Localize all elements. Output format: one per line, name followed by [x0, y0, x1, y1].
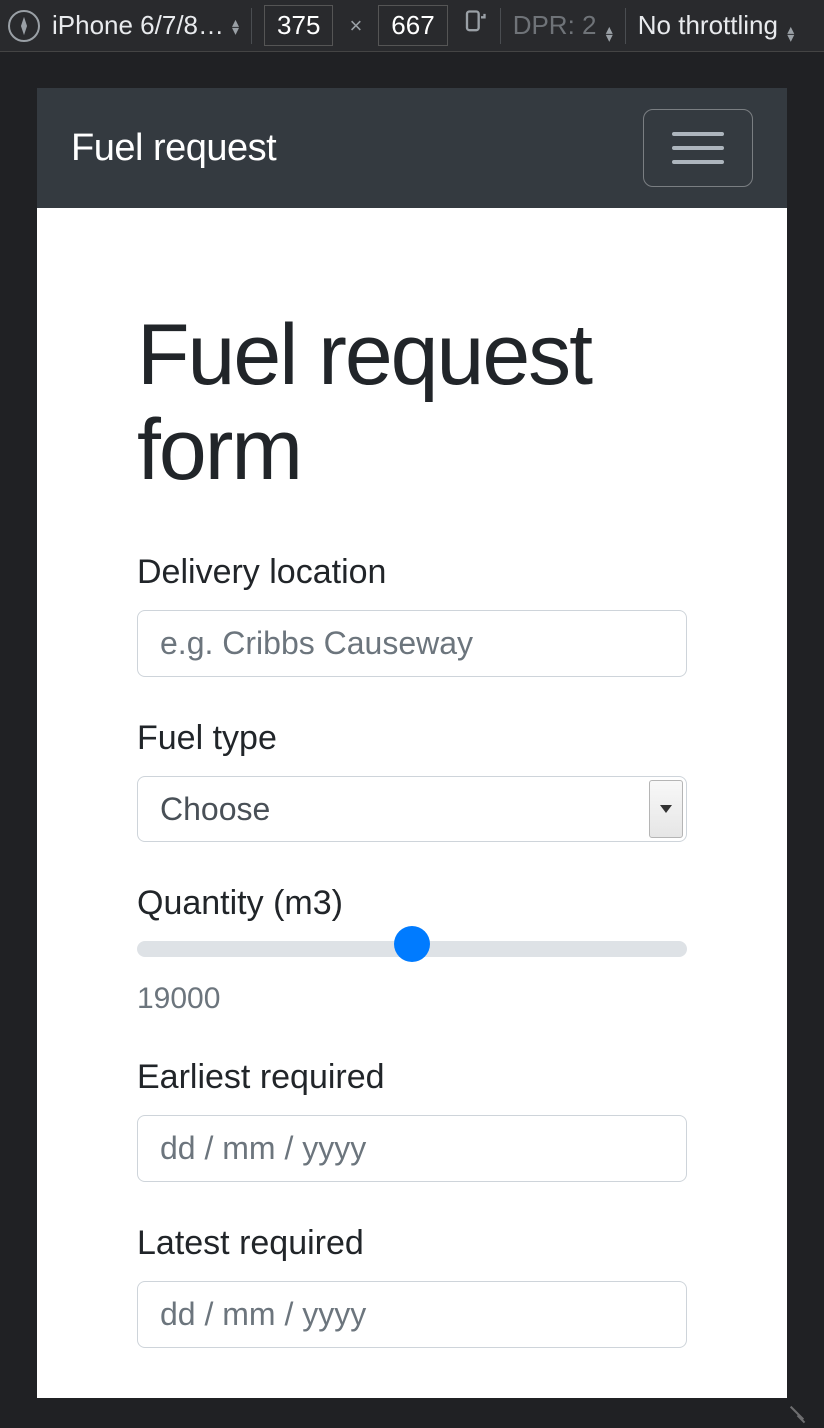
separator — [500, 8, 501, 44]
delivery-location-input[interactable] — [137, 610, 687, 677]
separator — [625, 8, 626, 44]
field-fuel-type: Fuel type Choose — [137, 719, 687, 842]
field-delivery-location: Delivery location — [137, 553, 687, 677]
chevron-updown-icon: ▴▾ — [787, 25, 794, 41]
label-quantity: Quantity (m3) — [137, 884, 687, 923]
earliest-date-input[interactable] — [137, 1115, 687, 1182]
dpr-label: DPR: 2 — [513, 10, 597, 40]
hamburger-icon — [672, 132, 724, 136]
navbar-brand[interactable]: Fuel request — [71, 127, 276, 170]
hamburger-icon — [672, 146, 724, 150]
throttling-selector[interactable]: No throttling ▴▾ — [638, 10, 794, 41]
label-latest: Latest required — [137, 1224, 687, 1263]
throttling-label: No throttling — [638, 10, 778, 40]
dpr-selector[interactable]: DPR: 2 ▴▾ — [513, 10, 613, 41]
label-fuel-type: Fuel type — [137, 719, 687, 758]
viewport-width-input[interactable]: 375 — [264, 5, 333, 46]
dimension-times: × — [345, 13, 366, 39]
chevron-updown-icon: ▴▾ — [232, 18, 239, 34]
field-latest-required: Latest required — [137, 1224, 687, 1348]
compass-icon[interactable] — [8, 10, 40, 42]
page-content: Fuel request form Delivery location Fuel… — [37, 208, 787, 1390]
field-quantity: Quantity (m3) 19000 — [137, 884, 687, 1016]
page-title: Fuel request form — [137, 308, 687, 497]
menu-toggle-button[interactable] — [643, 109, 753, 187]
device-selector[interactable]: iPhone 6/7/8… ▴▾ — [52, 10, 239, 41]
device-label: iPhone 6/7/8… — [52, 10, 224, 41]
latest-date-input[interactable] — [137, 1281, 687, 1348]
resize-handle-icon[interactable] — [782, 1396, 806, 1420]
field-earliest-required: Earliest required — [137, 1058, 687, 1182]
label-delivery-location: Delivery location — [137, 553, 687, 592]
device-viewport: Fuel request Fuel request form Delivery … — [37, 88, 787, 1398]
rotate-icon[interactable] — [460, 8, 488, 43]
navbar: Fuel request — [37, 88, 787, 208]
quantity-slider[interactable] — [137, 941, 687, 957]
viewport-height-input[interactable]: 667 — [378, 5, 447, 46]
hamburger-icon — [672, 160, 724, 164]
separator — [251, 8, 252, 44]
label-earliest: Earliest required — [137, 1058, 687, 1097]
chevron-down-icon — [649, 780, 683, 838]
devtools-toolbar: iPhone 6/7/8… ▴▾ 375 × 667 DPR: 2 ▴▾ No … — [0, 0, 824, 52]
chevron-updown-icon: ▴▾ — [606, 25, 613, 41]
quantity-value: 19000 — [137, 982, 687, 1016]
fuel-type-select[interactable]: Choose — [137, 776, 687, 842]
device-stage: Fuel request Fuel request form Delivery … — [0, 52, 824, 1428]
